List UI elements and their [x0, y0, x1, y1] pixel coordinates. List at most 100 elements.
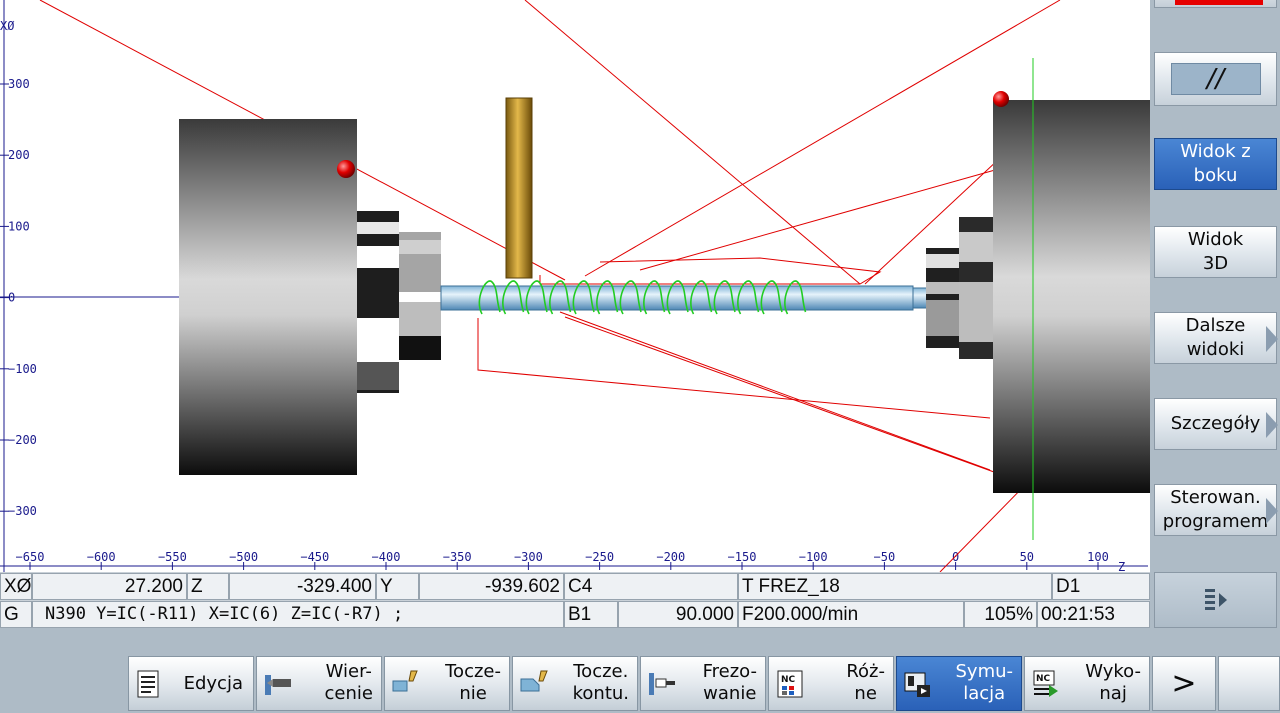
simulation-icon: [904, 672, 930, 697]
various-label: Róż- ne: [846, 661, 885, 704]
y-tick-label: −200: [8, 433, 37, 447]
simulation-button[interactable]: Symu- lacja: [896, 656, 1022, 711]
x-tick-label: −600: [87, 550, 116, 564]
turning-button[interactable]: Tocze- nie: [384, 656, 510, 711]
side-view-button[interactable]: Widok z boku: [1154, 138, 1277, 190]
more-softkeys-button[interactable]: >: [1152, 656, 1216, 711]
current-block: N390 Y=IC(-R11) X=IC(6) Z=IC(-R7) ;: [32, 601, 564, 628]
feed-override: 105%: [964, 601, 1037, 628]
horizontal-softkey-bar: Edycja Wier- cenie Tocze- nie Tocze. kon…: [0, 628, 1280, 713]
z-position-value: -329.400: [229, 573, 376, 600]
x-tick-label: −350: [443, 550, 472, 564]
drilling-button[interactable]: Wier- cenie: [256, 656, 382, 711]
edit-document-icon: [137, 670, 159, 698]
b-axis-name: B1: [564, 601, 618, 628]
edit-button[interactable]: Edycja: [128, 656, 254, 711]
more-softkeys-chevron-icon: >: [1171, 666, 1197, 701]
milling-button[interactable]: Frezo- wanie: [640, 656, 766, 711]
alarm-softkey[interactable]: [1154, 0, 1277, 8]
program-control-button[interactable]: Sterowan. programem: [1154, 484, 1278, 536]
status-row-positions: XØ 27.200 Z -329.400 Y -939.602 C4 T FRE…: [0, 573, 1150, 600]
x-axis-name: XØ: [0, 573, 32, 600]
x-tick-label: −50: [874, 550, 896, 564]
vertical-softkey-panel: // Widok z boku Widok 3D Dalsze widoki S…: [1150, 0, 1280, 628]
turning-label: Tocze- nie: [445, 661, 501, 704]
tool-name: T FREZ_18: [738, 573, 1052, 600]
milling-label: Frezo- wanie: [702, 661, 757, 704]
details-label: Szczegóły: [1170, 413, 1261, 434]
z-axis-name: Z: [187, 573, 229, 600]
milling-tool: [505, 97, 533, 279]
menu-extend-button[interactable]: [1154, 572, 1277, 628]
3d-view-label: Widok 3D: [1187, 229, 1244, 274]
status-row-block: G N390 Y=IC(-R11) X=IC(6) Z=IC(-R7) ; B1…: [0, 601, 1150, 628]
x-tick-label: −500: [229, 550, 258, 564]
parallel-lines-icon: //: [1170, 63, 1261, 95]
nc-execute-icon: NC: [1033, 670, 1058, 697]
x-tick-label: −650: [16, 550, 45, 564]
x-tick-label: −250: [585, 550, 614, 564]
edit-label: Edycja: [183, 673, 243, 694]
x-tick-label: −200: [656, 550, 685, 564]
y-axis-ticks: 300 200 100 0 −100 −200 −300: [0, 77, 37, 518]
y-axis-label: XØ: [0, 19, 15, 33]
side-view-label: Widok z boku: [1180, 141, 1251, 186]
simulation-canvas: −650 −600 −550 −500 −450 −400 −350 −300 −250 −200…: [0, 0, 1150, 572]
left-chuck: [179, 119, 441, 475]
parallel-view-button[interactable]: //: [1154, 52, 1277, 106]
x-tick-label: −300: [514, 550, 543, 564]
x-tick-label: 100: [1087, 550, 1109, 564]
nc-various-icon: NC: [777, 670, 803, 698]
submenu-arrow-icon: [1266, 412, 1278, 438]
contour-turning-icon: [520, 670, 548, 692]
y-axis-name: Y: [376, 573, 419, 600]
x-tick-label: −550: [158, 550, 187, 564]
reference-marker-right: [993, 91, 1009, 107]
feed-rate: F200.000/min: [738, 601, 964, 628]
contour-turning-button[interactable]: Tocze. kontu.: [512, 656, 638, 711]
x-tick-label: −150: [728, 550, 757, 564]
various-button[interactable]: NC Róż- ne: [768, 656, 894, 711]
y-tick-label: 200: [8, 148, 30, 162]
y-tick-label: 0: [8, 291, 15, 305]
turning-icon: [392, 670, 418, 692]
x-tick-label: −100: [799, 550, 828, 564]
submenu-arrow-icon: [1266, 326, 1278, 352]
more-views-button[interactable]: Dalsze widoki: [1154, 312, 1278, 364]
c-axis-name: C4: [564, 573, 738, 600]
simulation-viewport[interactable]: −650 −600 −550 −500 −450 −400 −350 −300 −250 −200…: [0, 0, 1150, 572]
execute-label: Wyko- naj: [1085, 661, 1141, 704]
y-position-value: -939.602: [419, 573, 564, 600]
submenu-arrow-icon: [1266, 498, 1278, 524]
tool-offset: D1: [1052, 573, 1150, 600]
details-button[interactable]: Szczegóły: [1154, 398, 1278, 450]
x-axis-label: Z: [1118, 560, 1125, 572]
x-tick-label: 0: [952, 550, 959, 564]
y-tick-label: 100: [8, 219, 30, 233]
g-function-label: G: [0, 601, 32, 628]
run-time: 00:21:53: [1037, 601, 1150, 628]
status-panel: XØ 27.200 Z -329.400 Y -939.602 C4 T FRE…: [0, 572, 1150, 628]
x-tick-label: −400: [372, 550, 401, 564]
x-position-value: 27.200: [32, 573, 187, 600]
y-tick-label: −100: [8, 362, 37, 376]
svg-text:NC: NC: [1036, 674, 1051, 684]
drilling-label: Wier- cenie: [324, 661, 373, 704]
3d-view-button[interactable]: Widok 3D: [1154, 226, 1277, 278]
contour-turning-label: Tocze. kontu.: [572, 661, 629, 704]
y-tick-label: −300: [8, 504, 37, 518]
y-tick-label: 300: [8, 77, 30, 91]
b-position-value: 90.000: [618, 601, 738, 628]
menu-extend-icon: [1204, 589, 1227, 610]
milling-icon: [649, 673, 675, 695]
program-control-label: Sterowan. programem: [1162, 487, 1269, 532]
alarm-indicator-icon: [1175, 0, 1263, 5]
x-tick-label: 50: [1020, 550, 1034, 564]
right-chuck: [926, 100, 1150, 493]
empty-softkey[interactable]: [1218, 656, 1280, 711]
reference-marker: [337, 160, 355, 178]
drill-icon: [265, 675, 291, 695]
more-views-label: Dalsze widoki: [1185, 315, 1246, 360]
execute-button[interactable]: NC Wyko- naj: [1024, 656, 1150, 711]
x-tick-label: −450: [300, 550, 329, 564]
